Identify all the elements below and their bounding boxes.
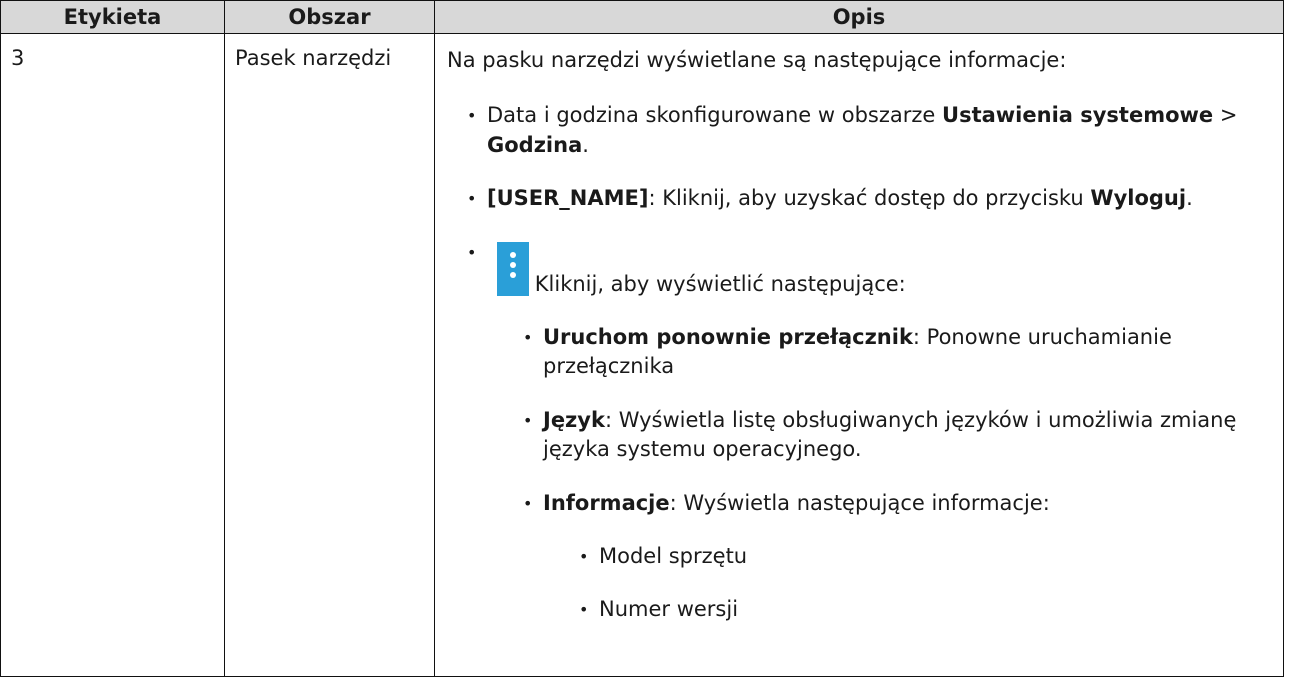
user-end: . xyxy=(1186,186,1193,211)
more-vertical-icon-dot-top xyxy=(510,251,516,258)
list-item-menu: : Kliknij, aby wyświetlić następujące: U… xyxy=(465,238,1273,626)
info-details-list: Model sprzętu Numer wersji xyxy=(543,542,1273,626)
datetime-settings-link: Ustawienia systemowe xyxy=(942,103,1214,128)
logout-label: Wyloguj xyxy=(1090,186,1187,211)
cell-description: Na pasku narzędzi wyświetlane są następu… xyxy=(434,33,1284,677)
list-item-restart: Uruchom ponownie przełącznik: Ponowne ur… xyxy=(521,323,1273,382)
toolbar-description-table: Etykieta Obszar Opis 3 Pasek narzędzi Na… xyxy=(0,0,1284,677)
header-description: Opis xyxy=(434,0,1284,34)
list-item-hardware-model: Model sprzętu xyxy=(577,542,1273,572)
header-label: Etykieta xyxy=(0,0,225,34)
list-item-user: [USER_NAME]: Kliknij, aby uzyskać dostęp… xyxy=(465,184,1273,214)
cell-label: 3 xyxy=(0,33,225,677)
info-label: Informacje xyxy=(543,490,670,515)
table-row: 3 Pasek narzędzi Na pasku narzędzi wyświ… xyxy=(0,33,1284,677)
user-name-label: [USER_NAME] xyxy=(487,186,649,211)
list-item-datetime: Data i godzina skonfigurowane w obszarze… xyxy=(465,101,1273,160)
toolbar-items-list: Data i godzina skonfigurowane w obszarze… xyxy=(447,101,1273,626)
language-text: : Wyświetla listę obsługiwanych języków … xyxy=(543,407,1237,462)
info-text: : Wyświetla następujące informacje: xyxy=(669,490,1050,515)
header-area: Obszar xyxy=(224,0,435,34)
user-text: : Kliknij, aby uzyskać dostęp do przycis… xyxy=(648,186,1091,211)
menu-icon-wrap xyxy=(487,238,1273,296)
more-vertical-icon-dot-bottom xyxy=(510,271,516,278)
table-header-row: Etykieta Obszar Opis xyxy=(0,0,1284,34)
datetime-time-link: Godzina xyxy=(487,132,583,157)
more-vertical-icon-dot-middle xyxy=(510,261,516,268)
cell-area: Pasek narzędzi xyxy=(224,33,435,677)
description-intro: Na pasku narzędzi wyświetlane są następu… xyxy=(447,48,1067,72)
menu-subitems-list: Uruchom ponownie przełącznik: Ponowne ur… xyxy=(487,323,1273,626)
language-label: Język xyxy=(543,407,605,432)
restart-label: Uruchom ponownie przełącznik xyxy=(543,324,913,349)
list-item-info: Informacje: Wyświetla następujące inform… xyxy=(521,489,1273,626)
list-item-language: Język: Wyświetla listę obsługiwanych jęz… xyxy=(521,406,1273,465)
list-item-version-number: Numer wersji xyxy=(577,595,1273,625)
datetime-text: Data i godzina skonfigurowane w obszarze xyxy=(487,103,943,128)
datetime-sep: > xyxy=(1213,103,1238,128)
more-vertical-icon xyxy=(497,241,529,296)
datetime-end: . xyxy=(582,132,589,157)
